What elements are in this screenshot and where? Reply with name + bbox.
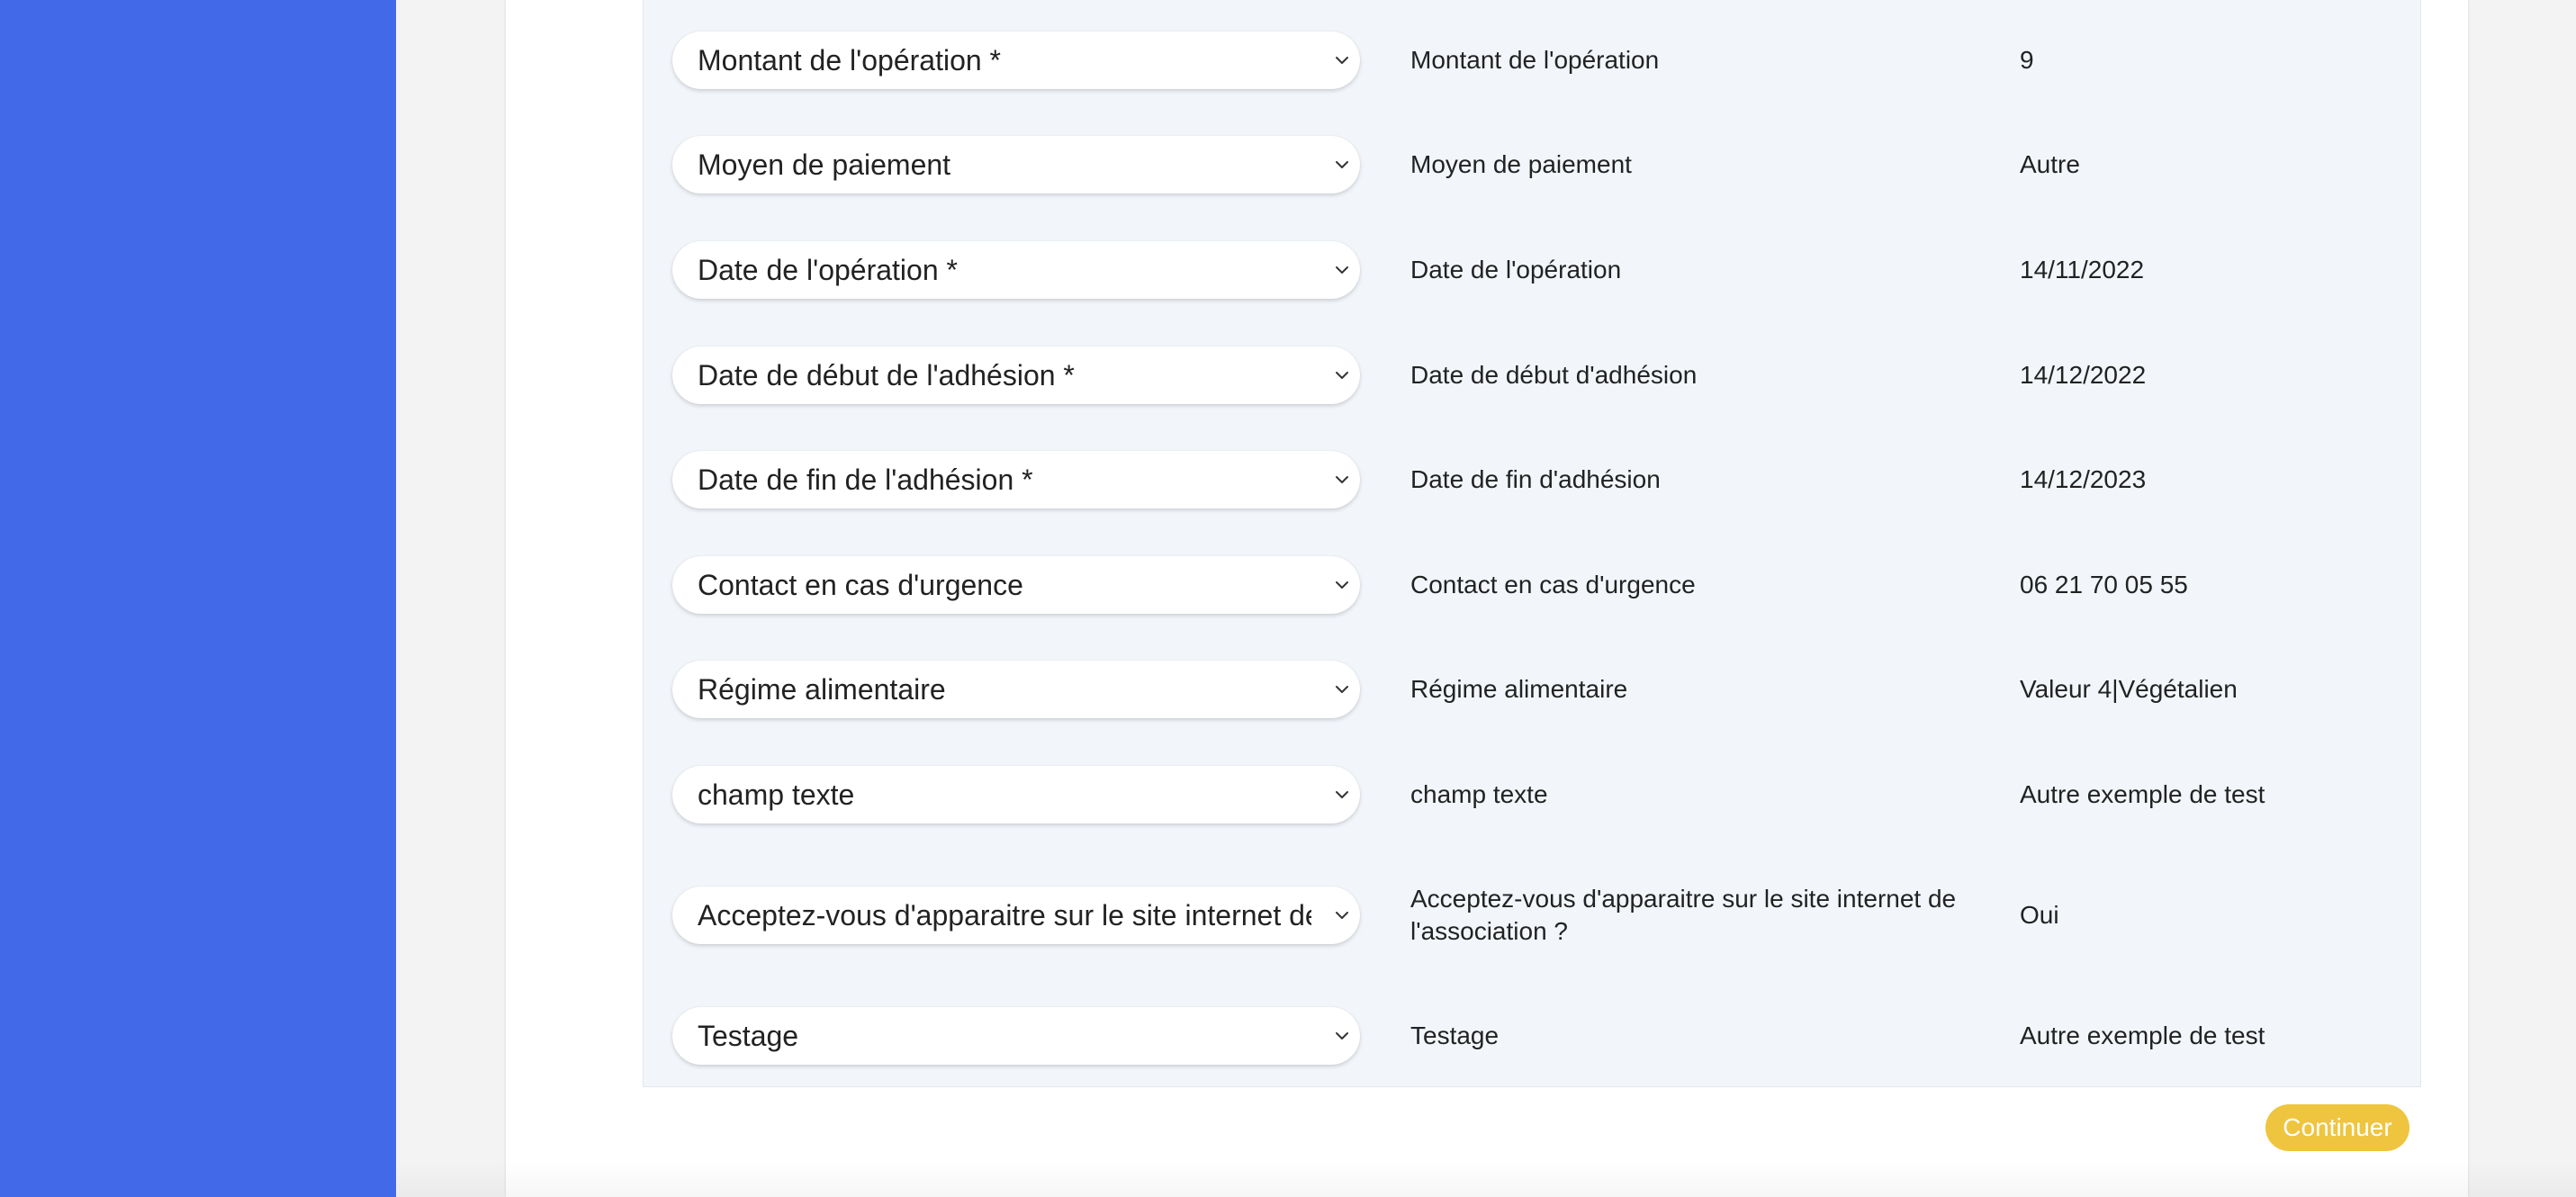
mapping-select-value: champ texte xyxy=(698,778,855,811)
chevron-down-icon xyxy=(1336,161,1348,168)
main-card: Montant de l'opération * Montant de l'op… xyxy=(506,0,2468,1197)
field-label: Montant de l'opération xyxy=(1410,46,1660,74)
mapping-row: Acceptez-vous d'apparaitre sur le site i… xyxy=(644,872,2420,958)
mapping-row: Contact en cas d'urgence Contact en cas … xyxy=(644,542,2420,628)
mapping-row: Date de fin de l'adhésion * Date de fin … xyxy=(644,436,2420,523)
mapping-select[interactable]: champ texte xyxy=(672,766,1360,824)
sidebar xyxy=(0,0,396,1197)
mapping-row: Moyen de paiement Moyen de paiement Autr… xyxy=(644,122,2420,208)
mapping-select-value: Date de fin de l'adhésion * xyxy=(698,464,1033,496)
chevron-down-icon xyxy=(1336,1032,1348,1040)
chevron-down-icon xyxy=(1336,57,1348,64)
field-label: Contact en cas d'urgence xyxy=(1410,571,1696,598)
mapping-select[interactable]: Moyen de paiement xyxy=(672,136,1360,194)
mapping-row: Montant de l'opération * Montant de l'op… xyxy=(644,17,2420,104)
field-label: Régime alimentaire xyxy=(1410,675,1628,703)
field-label: Date de l'opération xyxy=(1410,256,1622,284)
field-value: 06 21 70 05 55 xyxy=(2020,571,2188,598)
field-label: Testage xyxy=(1410,1022,1500,1049)
mapping-select[interactable]: Date de début de l'adhésion * xyxy=(672,346,1360,404)
chevron-down-icon xyxy=(1336,266,1348,274)
mapping-select-value: Contact en cas d'urgence xyxy=(698,569,1023,601)
field-value: 14/12/2023 xyxy=(2020,465,2147,493)
mapping-select-value: Montant de l'opération * xyxy=(698,44,1001,76)
field-label: champ texte xyxy=(1410,780,1548,808)
mapping-row: Date de début de l'adhésion * Date de dé… xyxy=(644,332,2420,418)
mapping-select-value: Moyen de paiement xyxy=(698,148,951,181)
mapping-row: champ texte champ texte Autre exemple de… xyxy=(644,752,2420,838)
field-value: Oui xyxy=(2020,901,2059,929)
mapping-select-value: Régime alimentaire xyxy=(698,673,946,706)
mapping-row: Régime alimentaire Régime alimentaire Va… xyxy=(644,646,2420,733)
field-mapping-panel: Montant de l'opération * Montant de l'op… xyxy=(643,0,2421,1087)
field-value: 14/12/2022 xyxy=(2020,361,2147,389)
chevron-down-icon xyxy=(1336,581,1348,589)
field-value: Valeur 4|Végétalien xyxy=(2020,675,2238,703)
field-value: 14/11/2022 xyxy=(2020,256,2145,284)
chevron-down-icon xyxy=(1336,912,1348,919)
mapping-select[interactable]: Contact en cas d'urgence xyxy=(672,556,1360,614)
field-label: Moyen de paiement xyxy=(1410,150,1632,178)
field-value: Autre exemple de test xyxy=(2020,1022,2265,1049)
chevron-down-icon xyxy=(1336,686,1348,693)
field-value: 9 xyxy=(2020,46,2034,74)
mapping-select-value: Testage xyxy=(698,1020,799,1052)
chevron-down-icon xyxy=(1336,791,1348,798)
chevron-down-icon xyxy=(1336,372,1348,379)
mapping-select[interactable]: Date de l'opération * xyxy=(672,241,1360,299)
chevron-down-icon xyxy=(1336,476,1348,483)
mapping-select[interactable]: Acceptez-vous d'apparaitre sur le site i… xyxy=(672,886,1360,944)
mapping-select-value: Acceptez-vous d'apparaitre sur le site i… xyxy=(698,899,1311,932)
continue-button[interactable]: Continuer xyxy=(2265,1104,2409,1151)
mapping-select[interactable]: Testage xyxy=(672,1007,1360,1065)
field-value: Autre exemple de test xyxy=(2020,780,2265,808)
field-label: Date de fin d'adhésion xyxy=(1410,465,1661,493)
mapping-select-value: Date de l'opération * xyxy=(698,254,958,286)
field-label: Acceptez-vous d'apparaitre sur le site i… xyxy=(1410,885,1957,945)
mapping-select-value: Date de début de l'adhésion * xyxy=(698,359,1075,392)
mapping-row: Testage Testage Autre exemple de test xyxy=(644,993,2420,1079)
mapping-select[interactable]: Régime alimentaire xyxy=(672,661,1360,718)
mapping-select[interactable]: Montant de l'opération * xyxy=(672,32,1360,89)
mapping-row: Date de l'opération * Date de l'opératio… xyxy=(644,227,2420,313)
field-label: Date de début d'adhésion xyxy=(1410,361,1698,389)
field-value: Autre xyxy=(2020,150,2080,178)
mapping-select[interactable]: Date de fin de l'adhésion * xyxy=(672,451,1360,508)
